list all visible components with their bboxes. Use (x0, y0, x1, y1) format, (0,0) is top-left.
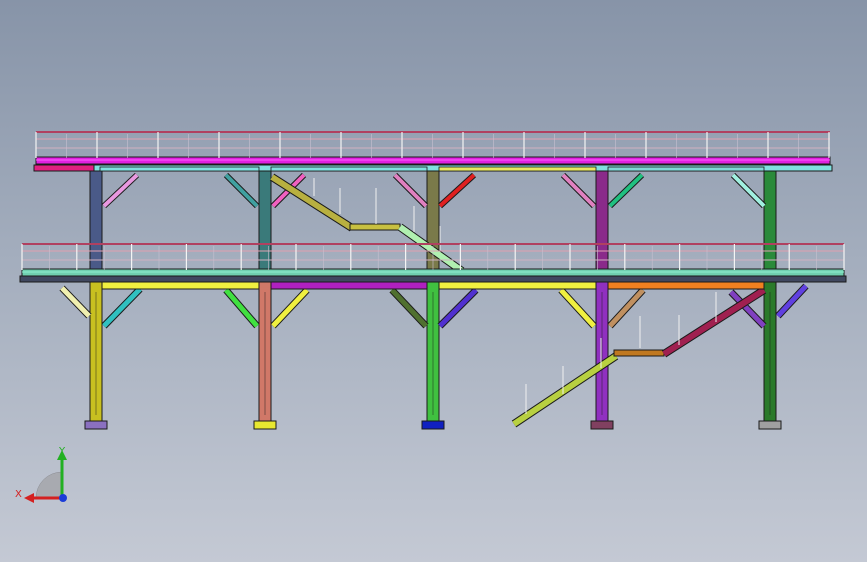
x-axis-label: X (15, 489, 22, 500)
axis-triad-icon: Y X (15, 446, 67, 503)
z-axis-dot (59, 494, 67, 502)
triad-quadrant (35, 471, 63, 499)
x-axis-arrowhead (24, 493, 34, 503)
cad-viewport[interactable]: Y X (0, 0, 867, 562)
y-axis-label: Y (58, 446, 66, 457)
